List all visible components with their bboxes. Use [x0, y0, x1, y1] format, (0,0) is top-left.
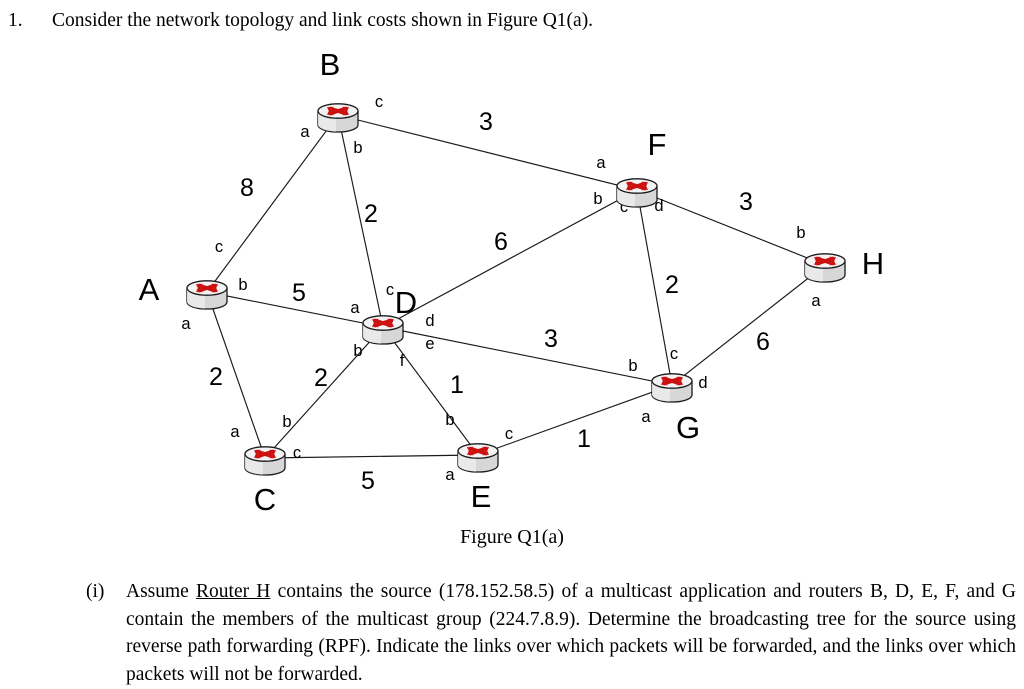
router-label-h: H [862, 246, 884, 281]
network-topology-figure: 85223251631236 cabaaabccabbcafbdbebcaccd… [0, 47, 1024, 548]
question-stem: 1. Consider the network topology and lin… [8, 8, 1016, 34]
port-label-c-a: a [230, 423, 240, 441]
link-cost-a-c: 2 [209, 363, 223, 391]
link-cost-a-d: 5 [292, 279, 306, 307]
router-name-labels: A B C D E F G H [139, 47, 885, 517]
port-label-e-b: b [445, 411, 454, 429]
subquestion-label: (i) [86, 581, 105, 602]
router-icon-d [362, 315, 404, 345]
router-icon-b [317, 103, 359, 133]
port-label-b-a: a [300, 123, 310, 141]
port-label-a-c: c [215, 238, 223, 256]
link-c-d [264, 326, 384, 459]
router-label-c: C [254, 482, 276, 517]
subquestion-text: Assume Router H contains the source (178… [126, 578, 1016, 688]
port-label-a-a: a [181, 315, 191, 333]
port-label-g-a: a [641, 408, 651, 426]
link-cost-f-g: 2 [665, 271, 679, 299]
port-label-e-c: c [505, 425, 513, 443]
port-label-d-f: f [400, 352, 405, 370]
port-label-d-a: a [350, 299, 360, 317]
router-icon-f [616, 178, 658, 208]
link-cost-d-g: 3 [544, 325, 558, 353]
router-icon-h [804, 253, 846, 283]
subquestion-text-part1: Assume [126, 581, 197, 602]
link-cost-b-d: 2 [364, 200, 378, 228]
router-icon-a [186, 280, 228, 310]
link-cost-e-g: 1 [577, 425, 591, 453]
port-labels: cabaaabccabbcafbdbebcaccdbda [181, 93, 821, 484]
port-label-g-c: c [670, 345, 678, 363]
question-text: Consider the network topology and link c… [52, 10, 594, 31]
link-cost-a-b: 8 [240, 174, 254, 202]
port-label-h-b: b [796, 224, 805, 242]
topology-svg: 85223251631236 cabaaabccabbcafbdbebcaccd… [139, 47, 885, 517]
link-g-h [671, 264, 826, 386]
port-label-d-e: e [425, 335, 434, 353]
link-cost-b-f: 3 [479, 108, 493, 136]
port-label-b-b: b [353, 139, 362, 157]
question-number: 1. [8, 10, 23, 31]
port-label-d-c: c [386, 281, 394, 299]
router-label-e: E [471, 479, 492, 514]
link-cost-d-e: 1 [450, 371, 464, 399]
subquestion-i: (i) Assume Router H contains the source … [86, 578, 1016, 688]
port-label-f-b: b [593, 190, 602, 208]
port-label-c-c: c [293, 444, 301, 462]
router-label-b: B [320, 47, 341, 82]
port-label-d-b: b [353, 342, 362, 360]
router-label-f: F [648, 127, 667, 162]
link-d-f [382, 189, 638, 328]
port-label-c-b: b [282, 413, 291, 431]
figure-caption: Figure Q1(a) [460, 526, 564, 548]
link-cost-g-h: 6 [756, 328, 770, 356]
router-icon-e [457, 443, 499, 473]
port-label-a-b: b [238, 276, 247, 294]
port-label-e-a: a [445, 466, 455, 484]
link-a-b [206, 114, 339, 293]
router-label-d: D [395, 285, 417, 320]
router-icon-g [651, 373, 693, 403]
link-cost-c-d: 2 [314, 364, 328, 392]
port-label-h-a: a [811, 292, 821, 310]
router-h-underlined: Router H [196, 581, 271, 602]
port-label-f-a: a [596, 154, 606, 172]
link-cost-d-f: 6 [494, 228, 508, 256]
port-label-g-b: b [628, 357, 637, 375]
link-cost-c-e: 5 [361, 467, 375, 495]
port-label-b-c: c [375, 93, 383, 111]
router-label-g: G [676, 410, 700, 445]
link-cost-f-h: 3 [739, 188, 753, 216]
port-label-g-d: d [698, 374, 707, 392]
router-icon-c [244, 446, 286, 476]
router-label-a: A [139, 272, 160, 307]
port-label-d-d: d [425, 312, 434, 330]
